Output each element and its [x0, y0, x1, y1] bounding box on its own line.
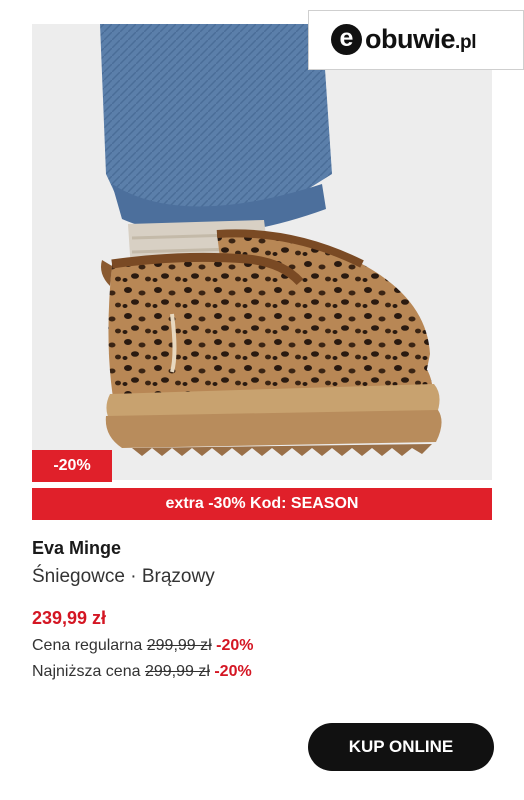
product-image[interactable]	[32, 24, 492, 480]
product-brand[interactable]: Eva Minge	[32, 538, 121, 559]
regular-price-label: Cena regularna	[32, 637, 143, 654]
product-category-color: Śniegowce · Brązowy	[32, 566, 215, 587]
discount-badge: -20%	[32, 450, 112, 482]
logo-wordmark: obuwie.pl	[365, 24, 477, 55]
lowest-price-line: Najniższa cena 299,99 zł -20%	[32, 663, 252, 681]
current-price: 239,99 zł	[32, 608, 107, 628]
regular-price-line: Cena regularna 299,99 zł -20%	[32, 637, 254, 655]
logo-tld: .pl	[455, 32, 477, 53]
lowest-price-discount: -20%	[214, 663, 252, 680]
regular-price-value: 299,99 zł	[146, 637, 212, 654]
logo-name: obuwie	[365, 24, 456, 54]
logo-mark: e	[331, 24, 362, 55]
lowest-price-value: 299,99 zł	[144, 663, 210, 680]
retailer-logo[interactable]: e obuwie.pl	[308, 10, 524, 70]
regular-price-discount: -20%	[216, 637, 254, 654]
buy-online-button[interactable]: KUP ONLINE	[308, 723, 494, 771]
promo-code-banner: extra -30% Kod: SEASON	[32, 488, 492, 520]
lowest-price-label: Najniższa cena	[32, 663, 141, 680]
